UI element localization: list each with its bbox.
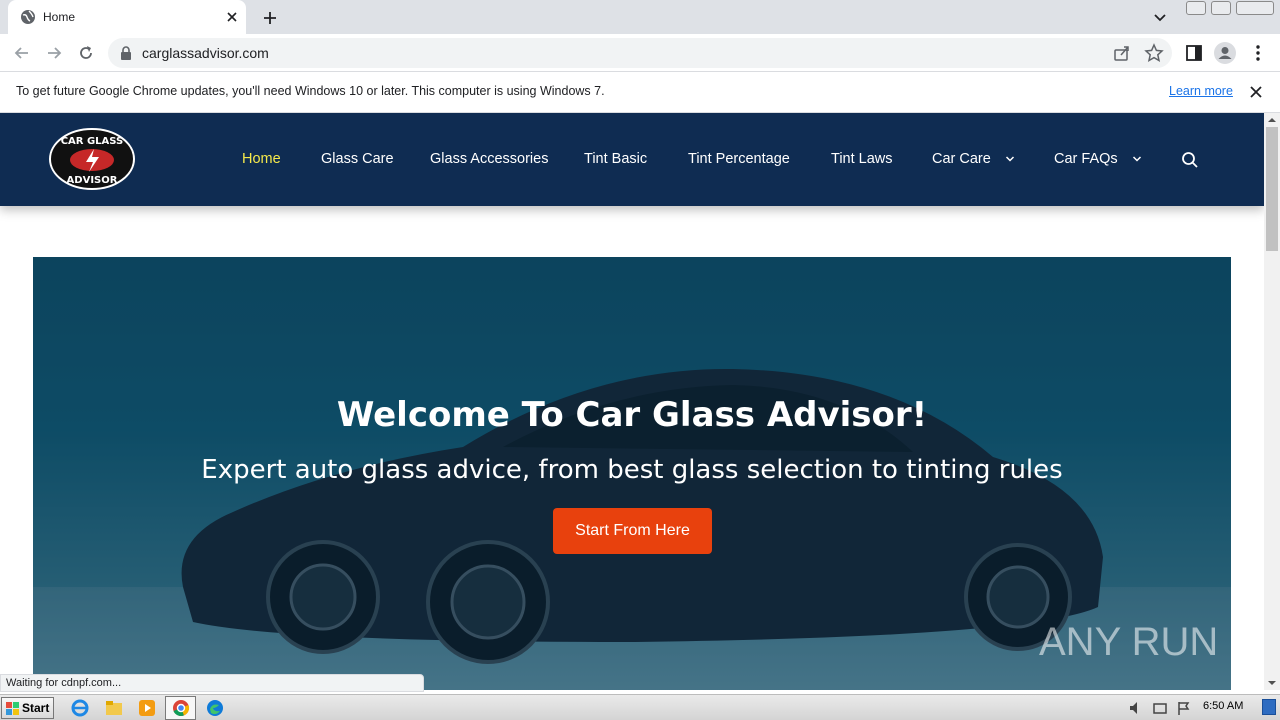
profile-avatar-icon[interactable]: [1214, 42, 1236, 64]
status-bubble: Waiting for cdnpf.com...: [0, 674, 424, 692]
taskbar-chrome-button[interactable]: [165, 696, 196, 720]
infobar-message: To get future Google Chrome updates, you…: [16, 84, 605, 98]
scrollbar-thumb[interactable]: [1266, 127, 1278, 251]
watermark-text: ANY RUN: [1039, 620, 1218, 664]
nav-item-tint-laws[interactable]: Tint Laws: [831, 151, 893, 167]
nav-item-car-care[interactable]: Car Care: [932, 151, 1015, 167]
browser-toolbar: carglassadvisor.com: [0, 34, 1280, 72]
url-text: carglassadvisor.com: [142, 45, 269, 61]
forward-icon[interactable]: [44, 43, 64, 63]
flag-icon[interactable]: [1176, 698, 1192, 718]
learn-more-link[interactable]: Learn more: [1169, 84, 1233, 98]
globe-icon: [21, 10, 35, 24]
network-icon[interactable]: [1152, 698, 1168, 718]
hero-title: Welcome To Car Glass Advisor!: [336, 395, 928, 435]
reload-icon[interactable]: [76, 43, 96, 63]
logo-text-bottom: ADVISOR: [67, 175, 118, 186]
page-viewport: CAR GLASS ADVISOR Home Glass Care Glass …: [0, 113, 1264, 690]
close-tab-icon[interactable]: [224, 9, 240, 25]
hero-subtitle: Expert auto glass advice, from best glas…: [201, 455, 1063, 485]
nav-item-tint-basic[interactable]: Tint Basic: [584, 151, 647, 167]
nav-item-label: Car FAQs: [1054, 151, 1118, 167]
side-panel-icon[interactable]: [1184, 43, 1204, 63]
windows-logo-icon: [6, 702, 19, 715]
status-text: Waiting for cdnpf.com...: [6, 677, 122, 689]
minimize-button[interactable]: [1186, 1, 1206, 15]
update-infobar: To get future Google Chrome updates, you…: [0, 72, 1280, 113]
chevron-down-icon[interactable]: [1152, 10, 1168, 26]
browser-tab[interactable]: Home: [8, 0, 246, 34]
edge-icon[interactable]: [205, 698, 225, 718]
file-explorer-icon[interactable]: [104, 698, 124, 718]
chevron-down-icon: [1005, 156, 1014, 162]
lock-icon: [121, 46, 131, 60]
hero-banner: Welcome To Car Glass Advisor! Expert aut…: [33, 257, 1231, 690]
start-from-here-button[interactable]: Start From Here: [553, 508, 712, 554]
kebab-menu-icon[interactable]: [1248, 43, 1268, 63]
close-window-button[interactable]: [1236, 1, 1274, 15]
taskbar-clock[interactable]: 6:50 AM: [1203, 700, 1243, 712]
nav-item-car-faqs[interactable]: Car FAQs: [1054, 151, 1142, 167]
scroll-down-icon[interactable]: [1268, 679, 1276, 687]
site-header: CAR GLASS ADVISOR Home Glass Care Glass …: [0, 113, 1264, 206]
tab-title: Home: [43, 10, 76, 24]
search-icon[interactable]: [1181, 151, 1199, 169]
volume-icon[interactable]: [1128, 698, 1144, 718]
media-player-icon[interactable]: [137, 698, 157, 718]
restore-button[interactable]: [1211, 1, 1231, 15]
new-tab-icon[interactable]: [260, 8, 280, 28]
chrome-icon: [173, 700, 190, 717]
start-button[interactable]: Start: [1, 697, 54, 719]
anyrun-watermark: ANY RUN: [1039, 620, 1218, 664]
scroll-up-icon[interactable]: [1268, 116, 1276, 124]
tab-strip: Home: [0, 0, 1280, 34]
nav-item-glass-care[interactable]: Glass Care: [321, 151, 394, 167]
nav-item-label: Car Care: [932, 151, 991, 167]
logo-text-top: CAR GLASS: [61, 136, 124, 147]
nav-item-tint-percentage[interactable]: Tint Percentage: [688, 151, 790, 167]
windows-taskbar: Start 6:50 AM: [0, 694, 1280, 720]
close-icon[interactable]: [1248, 84, 1264, 100]
chevron-down-icon: [1132, 156, 1141, 162]
show-desktop-button[interactable]: [1262, 699, 1276, 715]
share-icon[interactable]: [1112, 43, 1132, 63]
bookmark-star-icon[interactable]: [1144, 43, 1164, 63]
nav-item-glass-accessories[interactable]: Glass Accessories: [430, 151, 548, 167]
page-scrollbar[interactable]: [1264, 113, 1280, 690]
start-label: Start: [22, 701, 50, 715]
back-icon[interactable]: [12, 43, 32, 63]
site-logo[interactable]: CAR GLASS ADVISOR: [47, 127, 137, 191]
internet-explorer-icon[interactable]: [70, 698, 90, 718]
nav-item-home[interactable]: Home: [242, 151, 281, 167]
address-bar[interactable]: carglassadvisor.com: [108, 38, 1172, 68]
